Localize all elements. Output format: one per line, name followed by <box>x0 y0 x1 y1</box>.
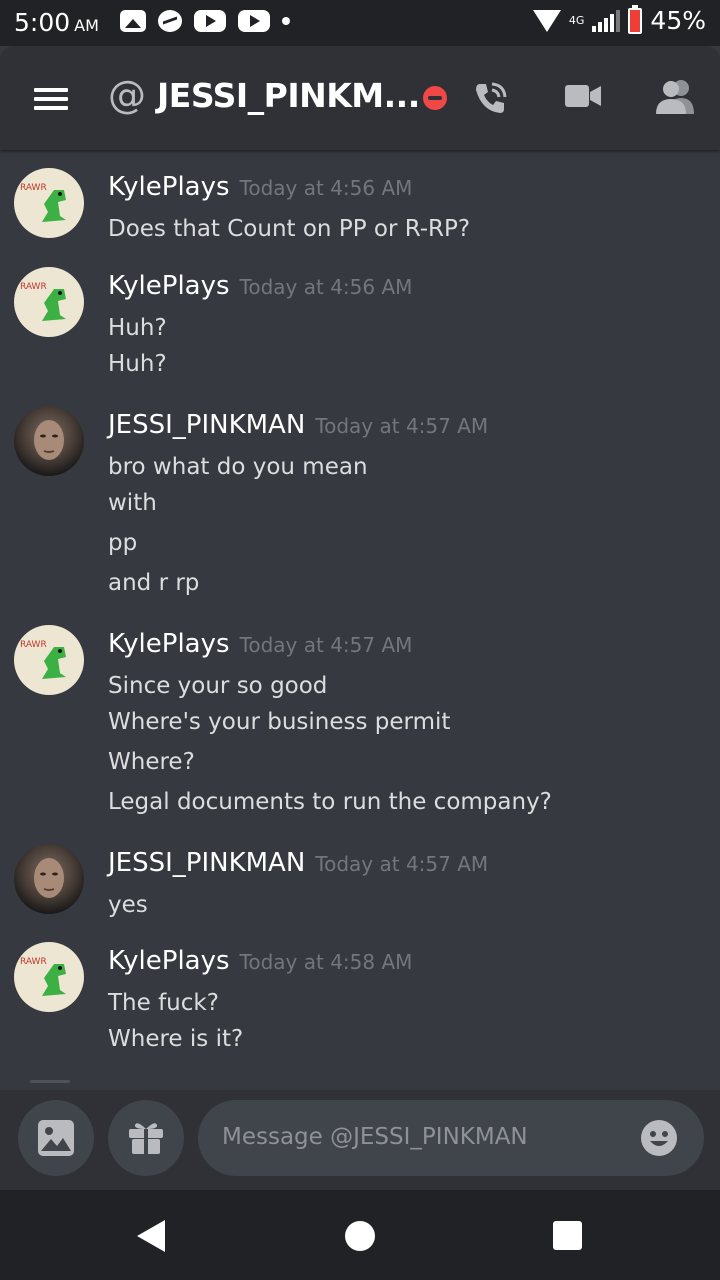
gift-button[interactable] <box>108 1100 184 1176</box>
message-input[interactable]: Message @JESSI_PINKMAN <box>198 1100 704 1176</box>
battery-percent: 45% <box>650 6 706 35</box>
message-text: pp <box>108 530 138 556</box>
message-timestamp: Today at 4:56 AM <box>239 176 413 200</box>
do-not-disturb-icon <box>423 86 447 110</box>
at-icon: @ <box>108 73 146 117</box>
channel-header: @ JESSI_PINKM... <box>0 46 720 150</box>
message-text: bro what do you mean <box>108 454 368 480</box>
message-text: Does that Count on PP or R-RP? <box>108 216 471 242</box>
author-name[interactable]: KylePlays Today at 4:58 AM <box>108 946 412 976</box>
svg-text:RAWR: RAWR <box>20 640 47 650</box>
message-text: The fuck? <box>108 990 219 1016</box>
emoji-icon[interactable] <box>640 1119 678 1157</box>
message-text: Since your so good <box>108 673 328 699</box>
status-indicators: 4G 45% <box>532 4 706 35</box>
dinosaur-avatar[interactable]: RAWR <box>14 168 84 238</box>
home-icon[interactable] <box>345 1221 375 1251</box>
svg-text:RAWR: RAWR <box>20 957 47 967</box>
author-name[interactable]: KylePlays Today at 4:57 AM <box>108 629 412 659</box>
dinosaur-avatar[interactable]: RAWR <box>14 267 84 337</box>
message-timestamp: Today at 4:57 AM <box>315 852 489 876</box>
message-text: with <box>108 490 157 516</box>
message-text: Where? <box>108 749 195 775</box>
status-time: 5:00 AM <box>14 8 99 37</box>
more-notifications-dot-icon <box>282 17 290 25</box>
gift-icon <box>129 1123 163 1154</box>
status-bar: 5:00 AM 4G 45% <box>0 0 720 46</box>
portrait-avatar[interactable] <box>14 844 84 914</box>
message-timestamp: Today at 4:56 AM <box>239 275 413 299</box>
back-icon[interactable] <box>137 1220 165 1252</box>
message-text: Legal documents to run the company? <box>108 789 552 815</box>
battery-icon <box>628 4 643 34</box>
portrait-avatar[interactable] <box>14 406 84 476</box>
attach-image-button[interactable] <box>18 1100 94 1176</box>
message-text: yes <box>108 892 148 918</box>
message-input-placeholder: Message @JESSI_PINKMAN <box>222 1124 528 1150</box>
svg-text:RAWR: RAWR <box>20 183 47 193</box>
messenger-notification-icon <box>158 10 182 32</box>
dinosaur-avatar[interactable]: RAWR <box>14 942 84 1012</box>
signal-icon <box>592 9 621 32</box>
message-text: and r rp <box>108 570 200 596</box>
message-timestamp: Today at 4:57 AM <box>239 633 413 657</box>
svg-text:RAWR: RAWR <box>20 282 47 292</box>
author-name[interactable]: JESSI_PINKMAN Today at 4:57 AM <box>108 848 488 878</box>
network-type: 4G <box>568 14 585 27</box>
author-name[interactable]: KylePlays Today at 4:56 AM <box>108 271 412 301</box>
message-timestamp: Today at 4:58 AM <box>239 950 413 974</box>
call-icon[interactable] <box>470 78 510 118</box>
system-navigation-bar <box>0 1190 720 1280</box>
image-icon <box>38 1120 74 1156</box>
message-list[interactable]: RAWR KylePlays Today at 4:56 AM Does that… <box>0 150 720 1082</box>
message-composer: Message @JESSI_PINKMAN <box>0 1090 720 1190</box>
dinosaur-avatar[interactable]: RAWR <box>14 625 84 695</box>
members-icon[interactable] <box>654 78 696 114</box>
channel-title[interactable]: JESSI_PINKM... <box>157 76 420 115</box>
wifi-icon <box>532 9 561 32</box>
youtube-notification-icon <box>194 10 226 32</box>
youtube-notification-icon-2 <box>238 10 270 32</box>
scrolled-message-edge <box>30 1080 70 1083</box>
video-call-icon[interactable] <box>565 83 601 109</box>
message-text: Where's your business permit <box>108 709 451 735</box>
message-text: Huh? <box>108 315 167 341</box>
gallery-notification-icon <box>120 10 146 32</box>
notification-icons <box>120 10 290 32</box>
message-timestamp: Today at 4:57 AM <box>315 414 489 438</box>
author-name[interactable]: KylePlays Today at 4:56 AM <box>108 172 412 202</box>
menu-icon[interactable] <box>34 88 68 110</box>
author-name[interactable]: JESSI_PINKMAN Today at 4:57 AM <box>108 410 488 440</box>
recent-apps-icon[interactable] <box>553 1221 582 1250</box>
message-text: Where is it? <box>108 1026 244 1052</box>
message-text: Huh? <box>108 351 167 377</box>
